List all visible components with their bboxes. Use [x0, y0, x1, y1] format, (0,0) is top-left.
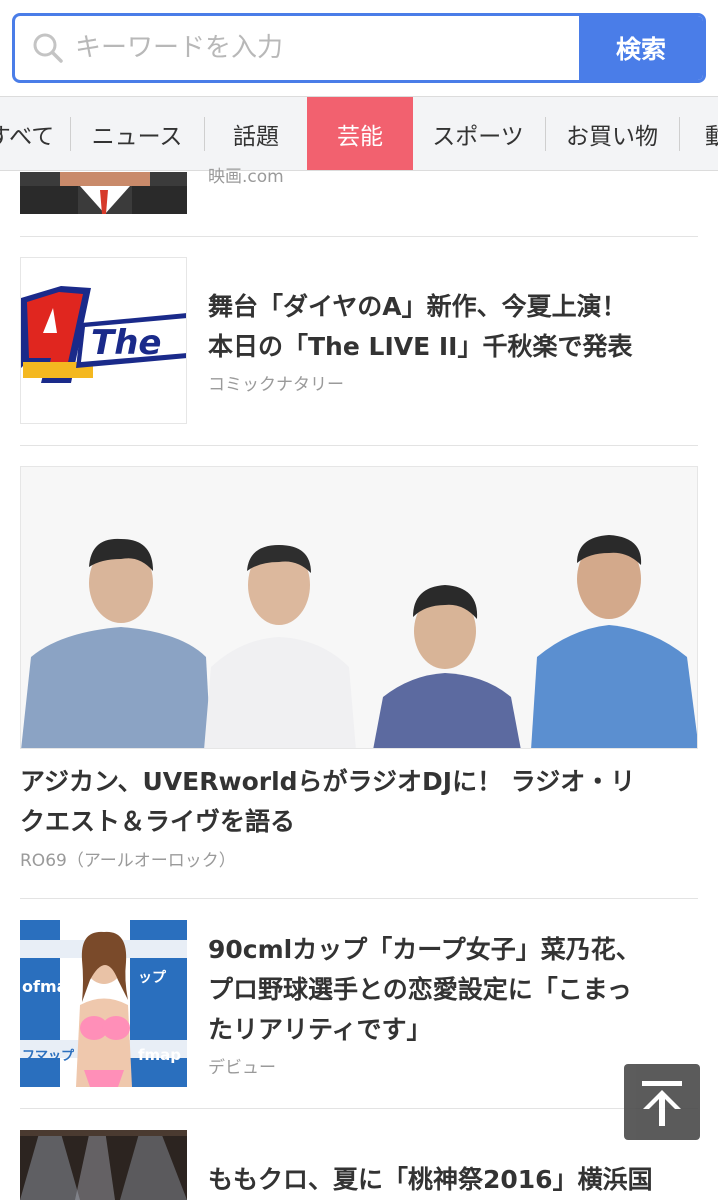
search-button[interactable]: 検索 — [579, 16, 703, 80]
band-photo — [21, 467, 697, 748]
concert-photo — [20, 1130, 187, 1200]
article-title-line: クエスト＆ライヴを語る — [20, 807, 296, 836]
arrow-up-icon — [642, 1081, 682, 1126]
divider — [20, 898, 698, 899]
search-input[interactable] — [75, 16, 580, 80]
logo-text: The — [91, 323, 161, 363]
tab-separator — [545, 117, 546, 151]
article-title-line: たリアリティです」 — [208, 1015, 432, 1044]
article-title-line: 90cmlカップ「カープ女子」菜乃花、 — [208, 935, 641, 964]
tab-sports[interactable]: スポーツ — [413, 97, 543, 170]
article-title-line: プロ野球選手との恋愛設定に「こまっ — [208, 975, 632, 1004]
backdrop-text: フマップ — [22, 1049, 75, 1064]
article-thumbnail[interactable] — [20, 172, 187, 214]
tab-video[interactable]: 動 — [681, 97, 718, 170]
tab-news[interactable]: ニュース — [72, 97, 202, 170]
article-thumbnail[interactable]: ofmap ップ フマップ fmap — [20, 920, 187, 1087]
backdrop-text: ップ — [138, 970, 167, 986]
article-title[interactable]: アジカン、UVERworldらがラジオDJに！ ラジオ・リ クエスト＆ライヴを語… — [20, 762, 696, 842]
person-photo — [20, 172, 187, 214]
tab-topics[interactable]: 話題 — [206, 97, 306, 170]
category-tabs: すべて ニュース 話題 芸能 スポーツ お買い物 動 — [0, 96, 718, 171]
article-title-line: 本日の「The LIVE II」千秋楽で発表 — [208, 332, 633, 361]
tab-separator — [679, 117, 680, 151]
article-source: 映画.com — [208, 167, 284, 187]
article-title-line: ももクロ、夏に「桃神祭2016」横浜国 — [208, 1165, 653, 1194]
article-title-line: アジカン、UVERworldらがラジオDJに！ ラジオ・リ — [20, 767, 636, 796]
tab-all[interactable]: すべて — [0, 97, 72, 170]
search-bar: 検索 — [0, 0, 718, 96]
search-icon — [33, 33, 63, 63]
tab-separator — [70, 117, 71, 151]
article-title[interactable]: 舞台「ダイヤのA」新作、今夏上演！ 本日の「The LIVE II」千秋楽で発表 — [208, 287, 688, 367]
event-photo: ofmap ップ フマップ fmap — [20, 920, 187, 1087]
tab-entertainment[interactable]: 芸能 — [307, 97, 413, 170]
article-source: RO69（アールオーロック） — [20, 851, 236, 871]
article-title[interactable]: 90cmlカップ「カープ女子」菜乃花、 プロ野球選手との恋愛設定に「こまっ たリ… — [208, 930, 688, 1050]
article-thumbnail[interactable] — [20, 1130, 187, 1200]
search-box: 検索 — [12, 13, 706, 83]
divider — [20, 236, 698, 237]
article-title-line: 舞台「ダイヤのA」新作、今夏上演！ — [208, 292, 627, 321]
divider — [20, 445, 698, 446]
back-to-top-button[interactable] — [624, 1064, 700, 1140]
tab-shopping[interactable]: お買い物 — [547, 97, 677, 170]
diamond-a-logo: The — [21, 258, 186, 423]
backdrop-text: ofmap — [22, 977, 79, 996]
backdrop-text: fmap — [138, 1046, 181, 1064]
article-source: コミックナタリー — [208, 375, 344, 395]
article-title[interactable]: ももクロ、夏に「桃神祭2016」横浜国 — [208, 1160, 688, 1200]
tab-separator — [204, 117, 205, 151]
article-hero-image[interactable] — [20, 466, 698, 749]
article-thumbnail[interactable]: The — [20, 257, 187, 424]
article-source: デビュー — [208, 1058, 276, 1078]
divider — [20, 1108, 698, 1109]
